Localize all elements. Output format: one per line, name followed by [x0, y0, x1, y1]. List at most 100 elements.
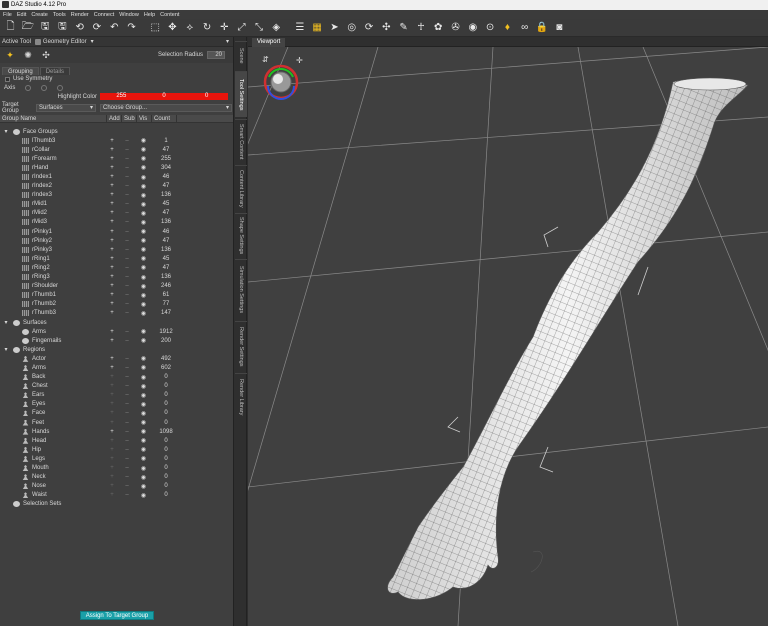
side-tab-scene[interactable]: Scene: [235, 41, 247, 69]
visibility-eye-icon[interactable]: ◉: [140, 492, 147, 499]
tree-row[interactable]: Hip + – ◉ 0: [0, 445, 232, 454]
subtract-from-selection-button[interactable]: –: [124, 219, 130, 225]
tree-row[interactable]: rPinky2 + – ◉ 47: [0, 236, 232, 245]
render-settings-icon[interactable]: ✇: [448, 21, 463, 35]
add-to-selection-button[interactable]: +: [109, 383, 115, 389]
add-to-selection-button[interactable]: +: [109, 283, 115, 289]
visibility-eye-icon[interactable]: ◉: [140, 274, 147, 281]
subtract-from-selection-button[interactable]: –: [124, 356, 130, 362]
tree-row[interactable]: rPinky1 + – ◉ 46: [0, 227, 232, 236]
visibility-eye-icon[interactable]: ◉: [140, 455, 147, 462]
visibility-eye-icon[interactable]: ◉: [140, 137, 147, 144]
menu-help[interactable]: Help: [144, 12, 155, 18]
tree-row[interactable]: Eyes + – ◉ 0: [0, 400, 232, 409]
subtract-from-selection-button[interactable]: –: [124, 492, 130, 498]
tree-row[interactable]: rForearm + – ◉ 255: [0, 154, 232, 163]
subtract-from-selection-button[interactable]: –: [124, 210, 130, 216]
add-to-selection-button[interactable]: +: [109, 210, 115, 216]
add-to-selection-button[interactable]: +: [109, 147, 115, 153]
tree-row[interactable]: rShoulder + – ◉ 246: [0, 282, 232, 291]
axis-z-radio[interactable]: [57, 84, 64, 91]
col-vis[interactable]: Vis: [137, 115, 152, 122]
render-icon[interactable]: ✿: [431, 21, 446, 35]
rotate-camera-icon[interactable]: ⟳: [362, 21, 377, 35]
add-to-selection-button[interactable]: +: [109, 238, 115, 244]
visibility-eye-icon[interactable]: ◉: [140, 219, 147, 226]
subtract-from-selection-button[interactable]: –: [124, 165, 130, 171]
scale-icon[interactable]: ⤡: [251, 21, 266, 35]
node-selection-icon[interactable]: ⬚: [148, 21, 163, 35]
geometry-editor-icon[interactable]: ▦: [310, 21, 325, 35]
subtract-from-selection-button[interactable]: –: [124, 338, 130, 344]
add-to-selection-button[interactable]: +: [109, 183, 115, 189]
add-to-selection-button[interactable]: +: [109, 447, 115, 453]
visibility-eye-icon[interactable]: ◉: [140, 283, 147, 290]
add-to-selection-button[interactable]: +: [109, 365, 115, 371]
brush-select-icon[interactable]: ✣: [40, 49, 52, 61]
visibility-eye-icon[interactable]: ◉: [140, 264, 147, 271]
subtract-from-selection-button[interactable]: –: [124, 201, 130, 207]
subtract-from-selection-button[interactable]: –: [124, 238, 130, 244]
side-tab-shape-settings[interactable]: Shape Settings: [235, 213, 247, 257]
add-to-selection-button[interactable]: +: [109, 420, 115, 426]
add-to-selection-button[interactable]: +: [109, 410, 115, 416]
visibility-eye-icon[interactable]: ◉: [140, 374, 147, 381]
subtract-from-selection-button[interactable]: –: [124, 156, 130, 162]
tree-row[interactable]: Arms + – ◉ 602: [0, 363, 232, 372]
col-count[interactable]: Count: [152, 115, 177, 122]
add-to-selection-button[interactable]: +: [109, 338, 115, 344]
side-tab-render-settings[interactable]: Render Settings: [235, 321, 247, 371]
add-to-selection-button[interactable]: +: [109, 401, 115, 407]
side-tab-render-library[interactable]: Render Library: [235, 373, 247, 421]
subtract-from-selection-button[interactable]: –: [124, 274, 130, 280]
camera-icon[interactable]: ◙: [552, 21, 567, 35]
tab-grouping[interactable]: Grouping: [2, 67, 39, 75]
transform-icon[interactable]: ⤢: [234, 21, 249, 35]
assign-to-target-group-button[interactable]: Assign To Target Group: [80, 611, 154, 620]
add-to-selection-button[interactable]: +: [109, 229, 115, 235]
tree-row[interactable]: Nose + – ◉ 0: [0, 482, 232, 491]
viewport-3d[interactable]: ⇵ ✛: [248, 47, 768, 626]
visibility-eye-icon[interactable]: ◉: [140, 255, 147, 262]
visibility-eye-icon[interactable]: ◉: [140, 146, 147, 153]
add-to-selection-button[interactable]: +: [109, 438, 115, 444]
visibility-eye-icon[interactable]: ◉: [140, 174, 147, 181]
panel-menu-icon[interactable]: ▾: [226, 38, 229, 45]
tree-row[interactable]: rRing3 + – ◉ 136: [0, 273, 232, 282]
add-to-selection-button[interactable]: +: [109, 356, 115, 362]
side-tab-content-library[interactable]: Content Library: [235, 165, 247, 211]
subtract-from-selection-button[interactable]: –: [124, 147, 130, 153]
add-to-selection-button[interactable]: +: [109, 138, 115, 144]
undo-icon[interactable]: ↶: [107, 21, 122, 35]
node-weight-icon[interactable]: ♦: [500, 21, 515, 35]
tree-row[interactable]: Actor + – ◉ 492: [0, 354, 232, 363]
menu-edit[interactable]: Edit: [17, 12, 26, 18]
subtract-from-selection-button[interactable]: –: [124, 383, 130, 389]
visibility-eye-icon[interactable]: ◉: [140, 401, 147, 408]
expand-toggle-icon[interactable]: ▾: [3, 128, 9, 135]
col-add[interactable]: Add: [107, 115, 122, 122]
visibility-eye-icon[interactable]: ◉: [140, 246, 147, 253]
tree-row[interactable]: Mouth + – ◉ 0: [0, 463, 232, 472]
tree-row[interactable]: rMid2 + – ◉ 47: [0, 209, 232, 218]
tree-row[interactable]: Arms + – ◉ 1912: [0, 327, 232, 336]
add-to-selection-button[interactable]: +: [109, 310, 115, 316]
subtract-from-selection-button[interactable]: –: [124, 265, 130, 271]
open-folder-icon[interactable]: 🗁: [20, 21, 35, 35]
tree-row[interactable]: Waist + – ◉ 0: [0, 491, 232, 500]
add-to-selection-button[interactable]: +: [109, 492, 115, 498]
visibility-eye-icon[interactable]: ◉: [140, 474, 147, 481]
visibility-eye-icon[interactable]: ◉: [140, 228, 147, 235]
tree-row[interactable]: Neck + – ◉ 0: [0, 473, 232, 482]
col-sub[interactable]: Sub: [122, 115, 137, 122]
subtract-from-selection-button[interactable]: –: [124, 474, 130, 480]
tree-row[interactable]: rHand + – ◉ 304: [0, 163, 232, 172]
tree-row[interactable]: rMid1 + – ◉ 45: [0, 200, 232, 209]
subtract-from-selection-button[interactable]: –: [124, 138, 130, 144]
subtract-from-selection-button[interactable]: –: [124, 429, 130, 435]
save-as-icon[interactable]: 🖫: [55, 21, 70, 35]
add-to-selection-button[interactable]: +: [109, 174, 115, 180]
add-to-selection-button[interactable]: +: [109, 329, 115, 335]
iray-render-icon[interactable]: ◉: [465, 21, 480, 35]
tree-row[interactable]: Face + – ◉ 0: [0, 409, 232, 418]
